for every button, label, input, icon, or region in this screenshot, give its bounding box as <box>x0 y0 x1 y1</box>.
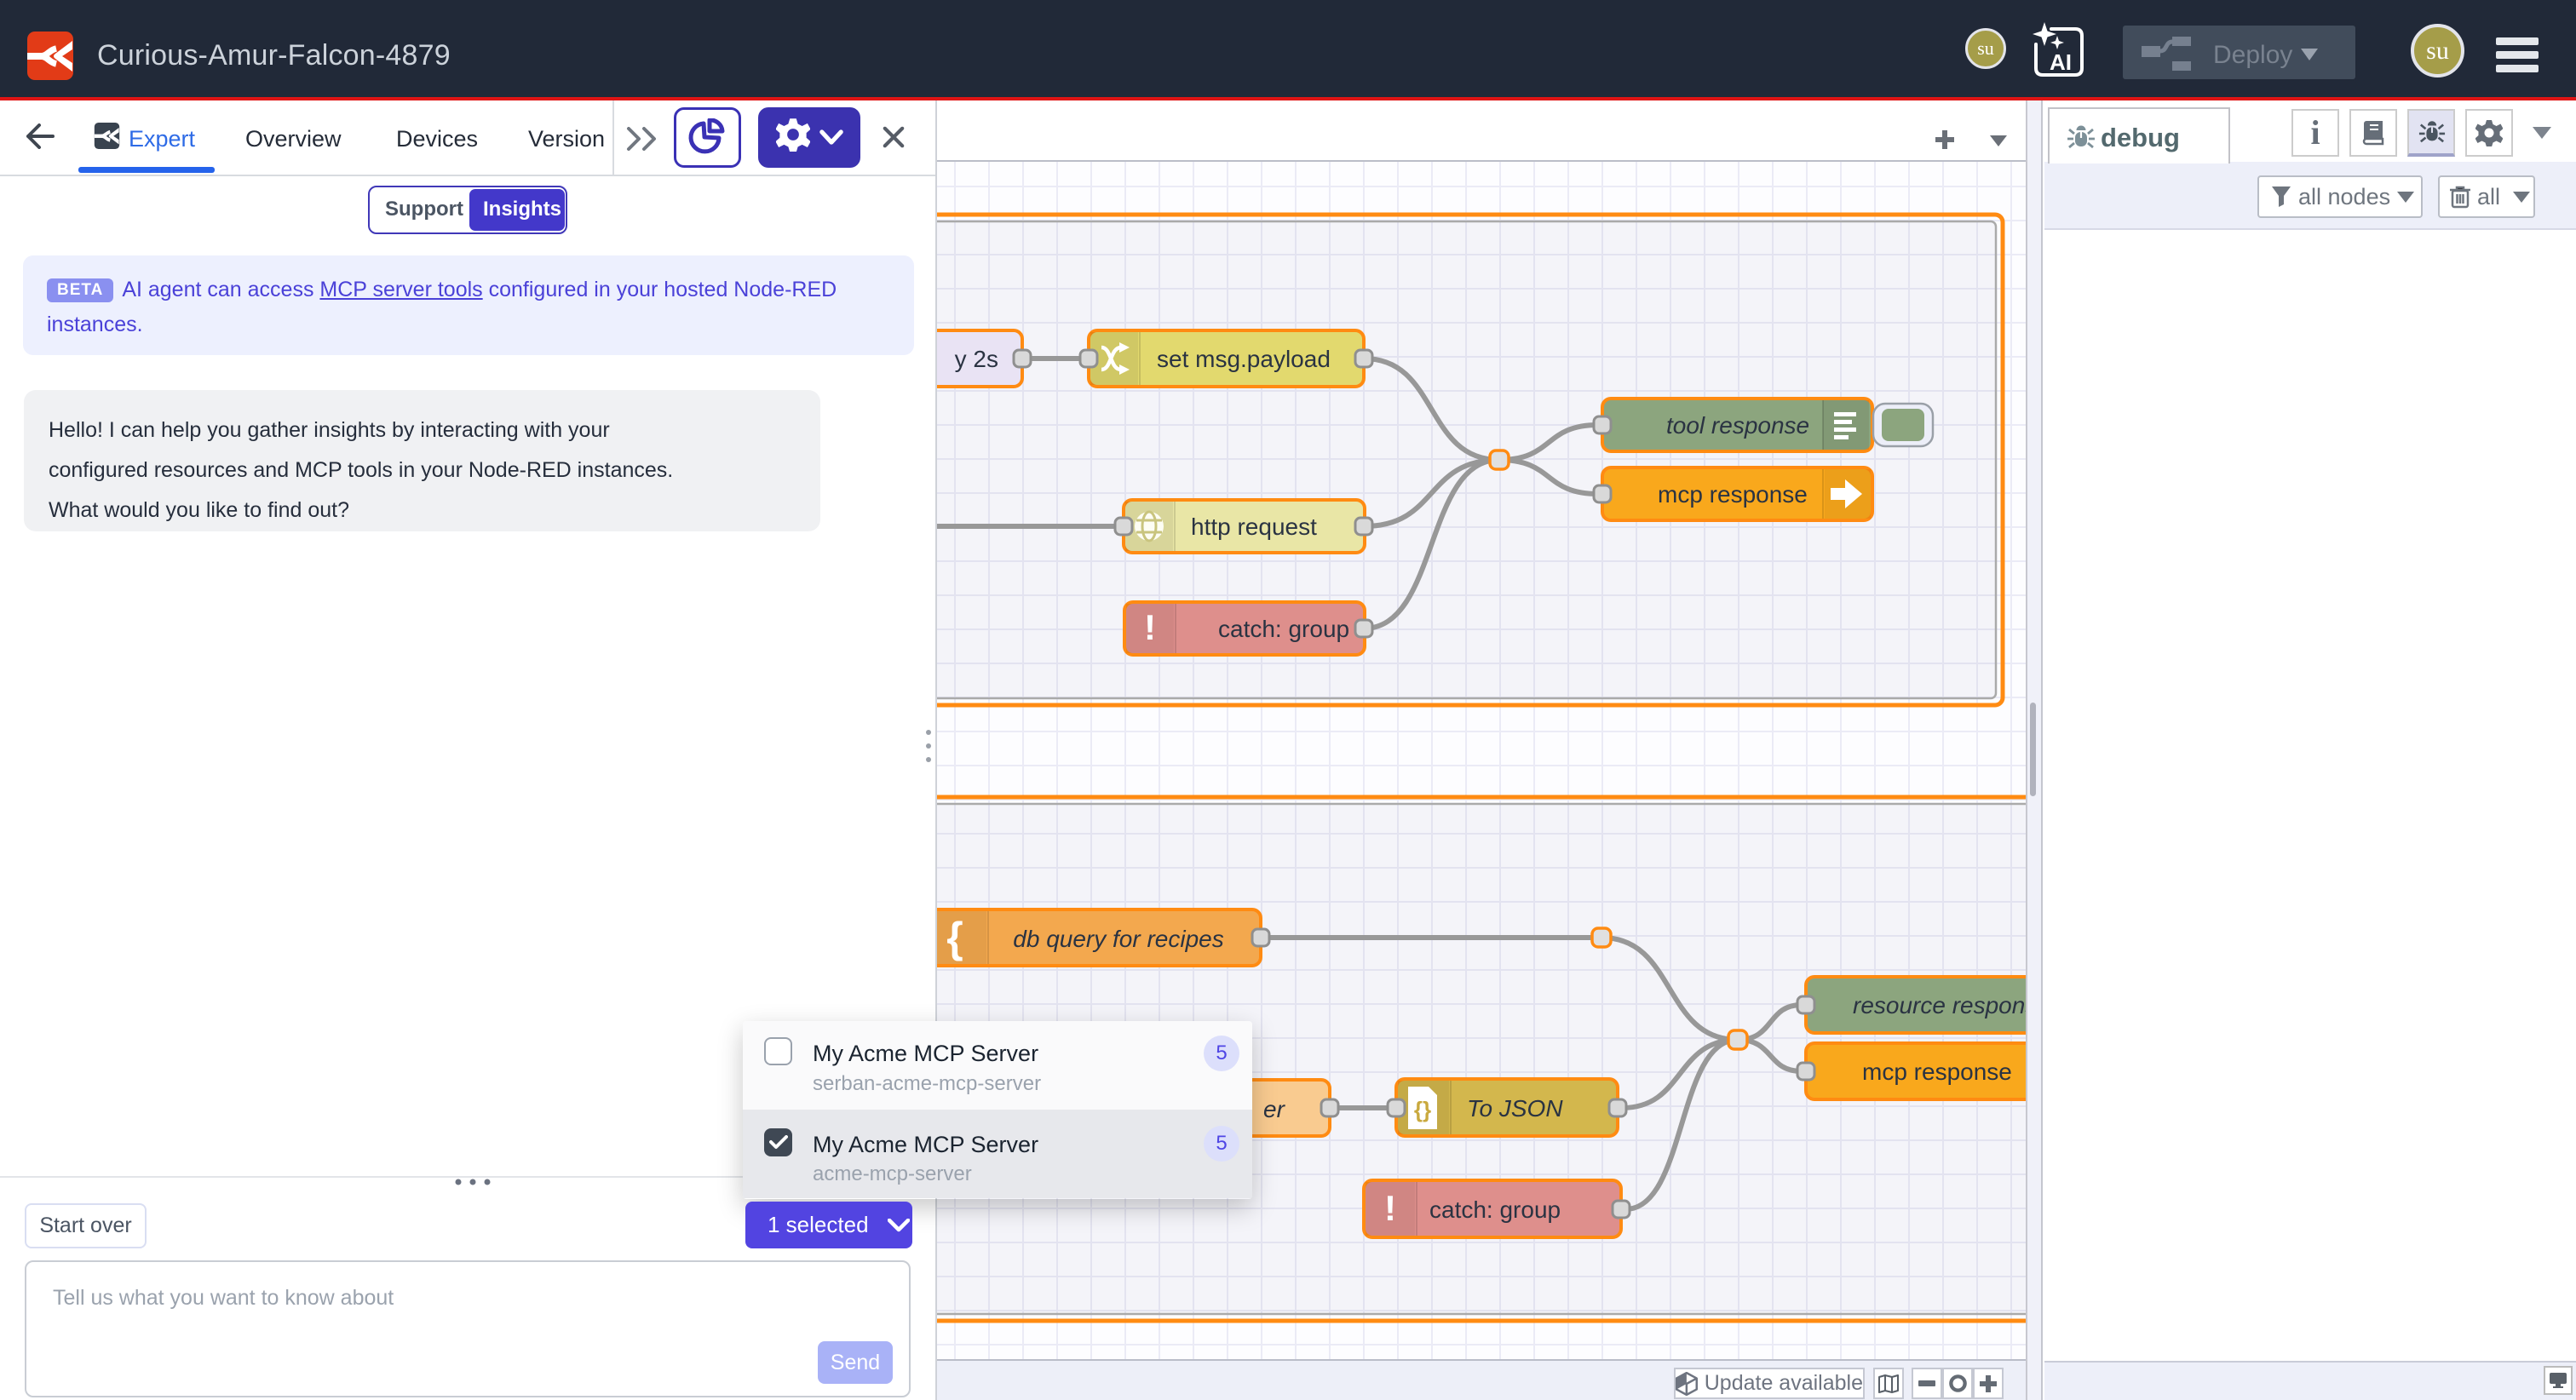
svg-text:db query for recipes: db query for recipes <box>1013 926 1223 952</box>
svg-text:!: ! <box>1144 607 1156 647</box>
svg-text:set msg.payload: set msg.payload <box>1157 346 1331 372</box>
svg-text:http request: http request <box>1191 514 1317 540</box>
svg-text:mcp response: mcp response <box>1658 481 1808 508</box>
svg-text:mcp response: mcp response <box>1862 1059 2012 1085</box>
svg-text:y 2s: y 2s <box>955 346 998 372</box>
svg-text:er: er <box>1263 1096 1286 1122</box>
svg-text:!: ! <box>1384 1188 1396 1228</box>
svg-text:To JSON: To JSON <box>1467 1095 1563 1122</box>
svg-text:resource response: resource response <box>1853 992 2026 1018</box>
svg-text:AI: AI <box>2050 49 2072 75</box>
svg-text:catch: group: catch: group <box>1218 616 1349 642</box>
svg-text:{}: {} <box>1414 1097 1431 1122</box>
svg-text:catch: group: catch: group <box>1429 1196 1561 1223</box>
svg-text:tool response: tool response <box>1666 412 1809 439</box>
svg-text:{: { <box>946 914 963 961</box>
